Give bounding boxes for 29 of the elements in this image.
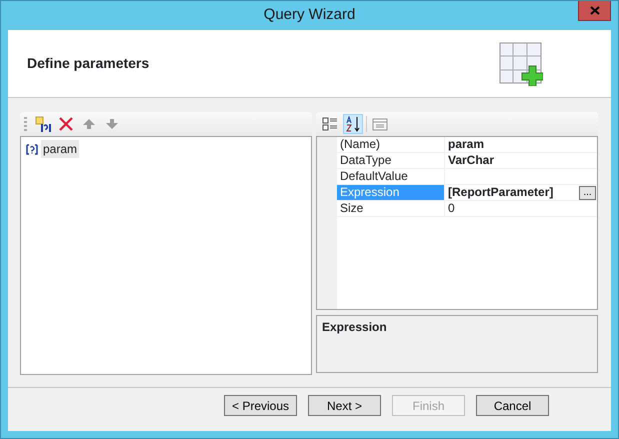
sort-az-icon: [345, 116, 361, 132]
categorized-icon: [322, 116, 338, 132]
property-pages-icon: [372, 116, 388, 132]
property-value: VarChar: [448, 153, 494, 168]
wizard-button[interactable]: < Previous: [224, 395, 297, 416]
property-value: 0: [448, 201, 455, 216]
property-name[interactable]: Size: [337, 201, 445, 216]
property-name[interactable]: (Name): [337, 137, 445, 152]
description-title: Expression: [316, 315, 598, 373]
property-name[interactable]: DefaultValue: [337, 169, 445, 184]
wizard-button[interactable]: Cancel: [476, 395, 549, 416]
table-add-icon: [499, 42, 543, 86]
ellipsis-button[interactable]: ...: [579, 186, 596, 200]
property-name[interactable]: DataType: [337, 153, 445, 168]
delete-icon: [58, 116, 74, 132]
page-title: Define parameters: [27, 54, 150, 73]
add-parameter-button[interactable]: [33, 114, 53, 134]
parameter-item[interactable]: param: [41, 140, 80, 158]
sort-az-button[interactable]: [343, 114, 363, 134]
wizard-button[interactable]: Next >: [308, 395, 381, 416]
property-value: param: [448, 137, 484, 152]
add-parameter-icon: [35, 116, 51, 132]
close-icon: [590, 6, 600, 15]
parameter-icon: [26, 144, 38, 154]
down-arrow-icon: [104, 116, 120, 132]
property-value: [ReportParameter]: [448, 185, 554, 200]
up-arrow-icon: [81, 116, 97, 132]
window-title: Query Wizard: [264, 5, 356, 26]
close-button[interactable]: [578, 1, 611, 21]
